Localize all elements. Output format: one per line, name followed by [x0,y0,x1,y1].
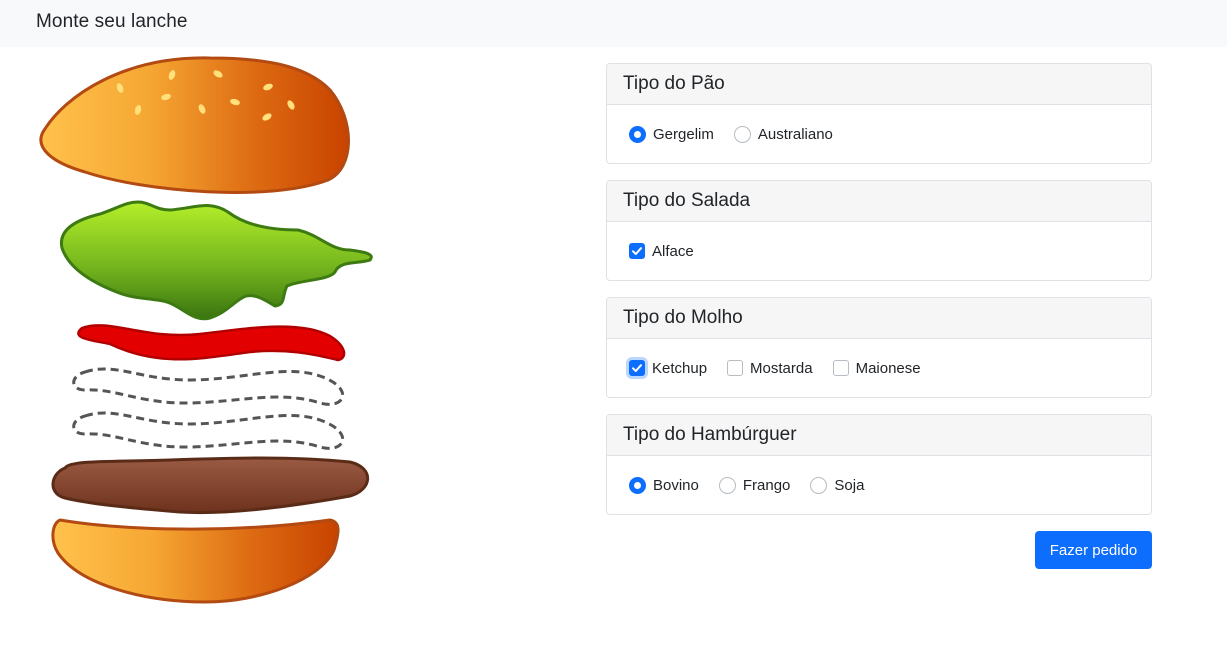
checkmark-icon [632,364,642,372]
radio-gergelim-label[interactable]: Gergelim [653,126,714,143]
radio-frango-label[interactable]: Frango [743,477,791,494]
checkbox-ketchup-input[interactable] [629,360,645,376]
card-header-hamburguer: Tipo do Hambúrguer [607,415,1151,456]
card-pao: Tipo do Pão Gergelim Australiano [606,63,1152,164]
checkbox-maionese[interactable]: Maionese [832,360,921,377]
radio-bovino-label[interactable]: Bovino [653,477,699,494]
checkbox-maionese-label[interactable]: Maionese [856,360,921,377]
checkbox-ketchup-label[interactable]: Ketchup [652,360,707,377]
checkbox-mostarda-label[interactable]: Mostarda [750,360,813,377]
checkbox-ketchup[interactable]: Ketchup [629,360,707,377]
checkbox-maionese-input[interactable] [832,360,849,376]
radio-soja[interactable]: Soja [810,476,864,494]
checkbox-alface[interactable]: Alface [629,243,694,260]
ketchup-layer [77,324,346,362]
radio-frango-input[interactable] [718,476,736,494]
mayonnaise-placeholder [72,411,344,450]
checkbox-mostarda-input[interactable] [727,360,744,376]
navbar: Monte seu lanche [0,0,1227,47]
navbar-brand[interactable]: Monte seu lanche [36,11,188,33]
card-header-salada: Tipo do Salada [607,181,1151,222]
bottom-bun [51,518,340,604]
card-hamburguer: Tipo do Hambúrguer Bovino Frango Soja [606,414,1152,515]
card-molho: Tipo do Molho Ketchup Mostarda Maionese [606,297,1152,398]
burger-illustration [39,56,373,604]
mustard-placeholder [72,367,344,406]
card-salada: Tipo do Salada Alface [606,180,1152,281]
card-header-pao: Tipo do Pão [607,64,1151,105]
checkmark-icon [632,247,642,255]
radio-frango[interactable]: Frango [718,476,791,494]
card-header-molho: Tipo do Molho [607,298,1151,339]
radio-gergelim[interactable]: Gergelim [629,125,714,143]
radio-australiano-label[interactable]: Australiano [758,126,833,143]
radio-gergelim-input[interactable] [629,125,646,143]
top-bun [39,56,350,194]
radio-soja-label[interactable]: Soja [834,477,864,494]
radio-australiano-input[interactable] [733,125,751,143]
checkbox-mostarda[interactable]: Mostarda [727,360,813,377]
order-form: Tipo do Pão Gergelim Australiano Tipo do… [606,63,1152,531]
lettuce [59,200,373,321]
checkbox-alface-label[interactable]: Alface [652,243,694,260]
radio-bovino-input[interactable] [629,476,646,494]
checkbox-alface-input[interactable] [629,243,645,259]
patty [51,456,370,515]
radio-soja-input[interactable] [810,476,828,494]
order-button[interactable]: Fazer pedido [1035,531,1152,569]
radio-bovino[interactable]: Bovino [629,476,699,494]
radio-australiano[interactable]: Australiano [733,125,833,143]
